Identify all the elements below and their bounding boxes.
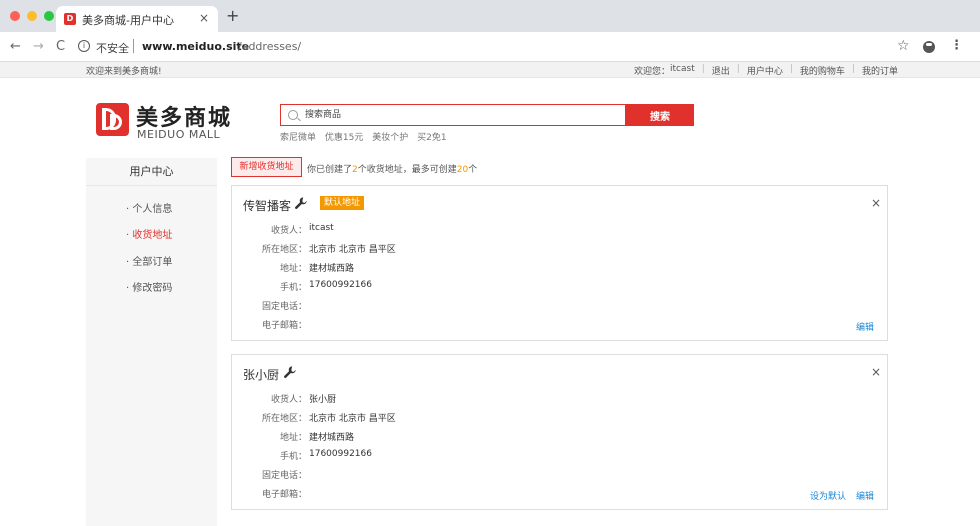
site-info-icon[interactable]: i <box>78 40 90 52</box>
address-value: 建材城西路 <box>309 433 355 443</box>
cart-link[interactable]: 我的购物车 <box>800 64 845 77</box>
address-count-tip: 你已创建了2个收货地址，最多可创建20个 <box>307 162 477 175</box>
maximize-window-button[interactable] <box>44 11 54 21</box>
separator: | <box>701 64 705 74</box>
orders-link[interactable]: 我的订单 <box>862 64 898 77</box>
sidebar-item-password[interactable]: · 修改密码 <box>126 279 172 294</box>
delete-address-close-icon[interactable]: × <box>871 196 881 210</box>
forward-arrow-icon[interactable]: → <box>33 39 44 55</box>
address-label: 地址： <box>279 433 307 443</box>
edit-address-link[interactable]: 编辑 <box>856 489 874 502</box>
search-input[interactable] <box>305 106 605 124</box>
max-count: 20 <box>456 165 469 175</box>
site-top-bar: 欢迎来到美多商城! 欢迎您： itcast | 退出 | 用户中心 | 我的购物… <box>0 62 980 78</box>
site-favicon-icon: D <box>64 13 76 25</box>
receiver-value: 张小厨 <box>309 395 337 405</box>
separator: | <box>736 64 740 74</box>
tel-label: 固定电话： <box>261 302 307 312</box>
hotword-link[interactable]: 索尼微单 <box>280 133 316 143</box>
mobile-value: 17600992166 <box>309 449 372 459</box>
address-card: 张小厨 × 收货人： 张小厨 所在地区： 北京市 北京市 昌平区 地址： 建材城西路 … <box>231 354 888 510</box>
tip-text: 你已创建了 <box>307 165 353 175</box>
mobile-label: 手机： <box>279 283 307 293</box>
separator: | <box>851 64 855 74</box>
receiver-value: itcast <box>309 223 334 233</box>
tip-text: 个 <box>468 165 478 175</box>
receiver-label: 收货人： <box>270 395 307 405</box>
edit-title-wrench-icon[interactable] <box>283 365 297 379</box>
separator: | <box>789 64 793 74</box>
delete-address-close-icon[interactable]: × <box>871 365 881 379</box>
edit-address-link[interactable]: 编辑 <box>856 320 874 333</box>
mobile-value: 17600992166 <box>309 280 372 290</box>
top-links: 欢迎您： itcast | 退出 | 用户中心 | 我的购物车 | 我的订单 <box>634 64 898 77</box>
address-value: 建材城西路 <box>309 264 355 274</box>
set-default-link[interactable]: 设为默认 <box>810 489 846 502</box>
window-controls <box>10 11 54 21</box>
logout-link[interactable]: 退出 <box>712 64 730 77</box>
hotword-link[interactable]: 优惠15元 <box>325 133 363 143</box>
url-divider <box>133 39 134 53</box>
default-address-badge: 默认地址 <box>320 196 365 210</box>
url-path: /addresses/ <box>238 40 302 53</box>
logo-icon[interactable] <box>96 103 129 136</box>
reload-icon[interactable]: C <box>56 39 65 55</box>
insecure-label: 不安全 <box>96 42 129 55</box>
receiver-label: 收货人： <box>270 226 307 236</box>
sidebar-title: 用户中心 <box>86 158 217 186</box>
greeting-label: 欢迎您： <box>634 67 671 77</box>
browser-toolbar: ← → C i 不安全 www.meiduo.site /addresses/ … <box>0 32 980 62</box>
browser-menu-icon[interactable]: ⋮ <box>950 39 963 53</box>
browser-tab-active[interactable]: D 美多商城-用户中心 × <box>56 6 218 32</box>
search-button[interactable]: 搜索 <box>626 104 694 126</box>
sidebar-item-orders[interactable]: · 全部订单 <box>126 253 172 268</box>
region-value: 北京市 北京市 昌平区 <box>309 414 396 424</box>
tab-title: 美多商城-用户中心 <box>82 14 174 27</box>
sidebar-item-profile[interactable]: · 个人信息 <box>126 200 172 215</box>
browser-tab-bar: D 美多商城-用户中心 × + <box>0 0 980 32</box>
hot-search-words: 索尼微单 优惠15元 美妆个护 买2免1 <box>280 130 453 143</box>
region-value: 北京市 北京市 昌平区 <box>309 245 396 255</box>
close-window-button[interactable] <box>10 11 20 21</box>
address-card: 传智播客 默认地址 × 收货人： itcast 所在地区： 北京市 北京市 昌平区 … <box>231 185 888 341</box>
tip-text: 个收货地址，最多可创建 <box>357 165 457 175</box>
email-label: 电子邮箱： <box>261 321 307 331</box>
search-bar: 搜索 <box>280 104 694 126</box>
account-icon[interactable] <box>923 41 935 53</box>
user-center-sidebar: 用户中心 · 个人信息 · 收货地址 · 全部订单 · 修改密码 <box>86 158 217 526</box>
edit-title-wrench-icon[interactable] <box>294 196 308 210</box>
tel-label: 固定电话： <box>261 471 307 481</box>
back-arrow-icon[interactable]: ← <box>10 39 21 55</box>
username-link[interactable]: itcast <box>670 64 695 77</box>
welcome-text: 欢迎来到美多商城! <box>86 67 162 77</box>
region-label: 所在地区： <box>261 245 307 255</box>
minimize-window-button[interactable] <box>27 11 37 21</box>
address-label: 地址： <box>279 264 307 274</box>
new-tab-button[interactable]: + <box>226 8 239 24</box>
bookmark-star-icon[interactable]: ☆ <box>897 38 910 54</box>
email-label: 电子邮箱： <box>261 490 307 500</box>
address-title: 传智播客 <box>243 199 292 213</box>
sidebar-item-addresses[interactable]: · 收货地址 <box>126 226 172 241</box>
tab-close-icon[interactable]: × <box>199 11 209 25</box>
hotword-link[interactable]: 美妆个护 <box>372 133 408 143</box>
region-label: 所在地区： <box>261 414 307 424</box>
user-center-link[interactable]: 用户中心 <box>747 64 783 77</box>
search-icon <box>288 110 298 120</box>
address-bar[interactable]: i 不安全 www.meiduo.site /addresses/ <box>72 37 892 57</box>
hotword-link[interactable]: 买2免1 <box>417 133 446 143</box>
url-host: www.meiduo.site <box>142 40 250 53</box>
mobile-label: 手机： <box>279 452 307 462</box>
add-address-button[interactable]: 新增收货地址 <box>231 157 302 177</box>
address-title: 张小厨 <box>243 368 280 382</box>
logo-subtitle: MEIDUO MALL <box>137 128 221 141</box>
search-box <box>280 104 626 126</box>
